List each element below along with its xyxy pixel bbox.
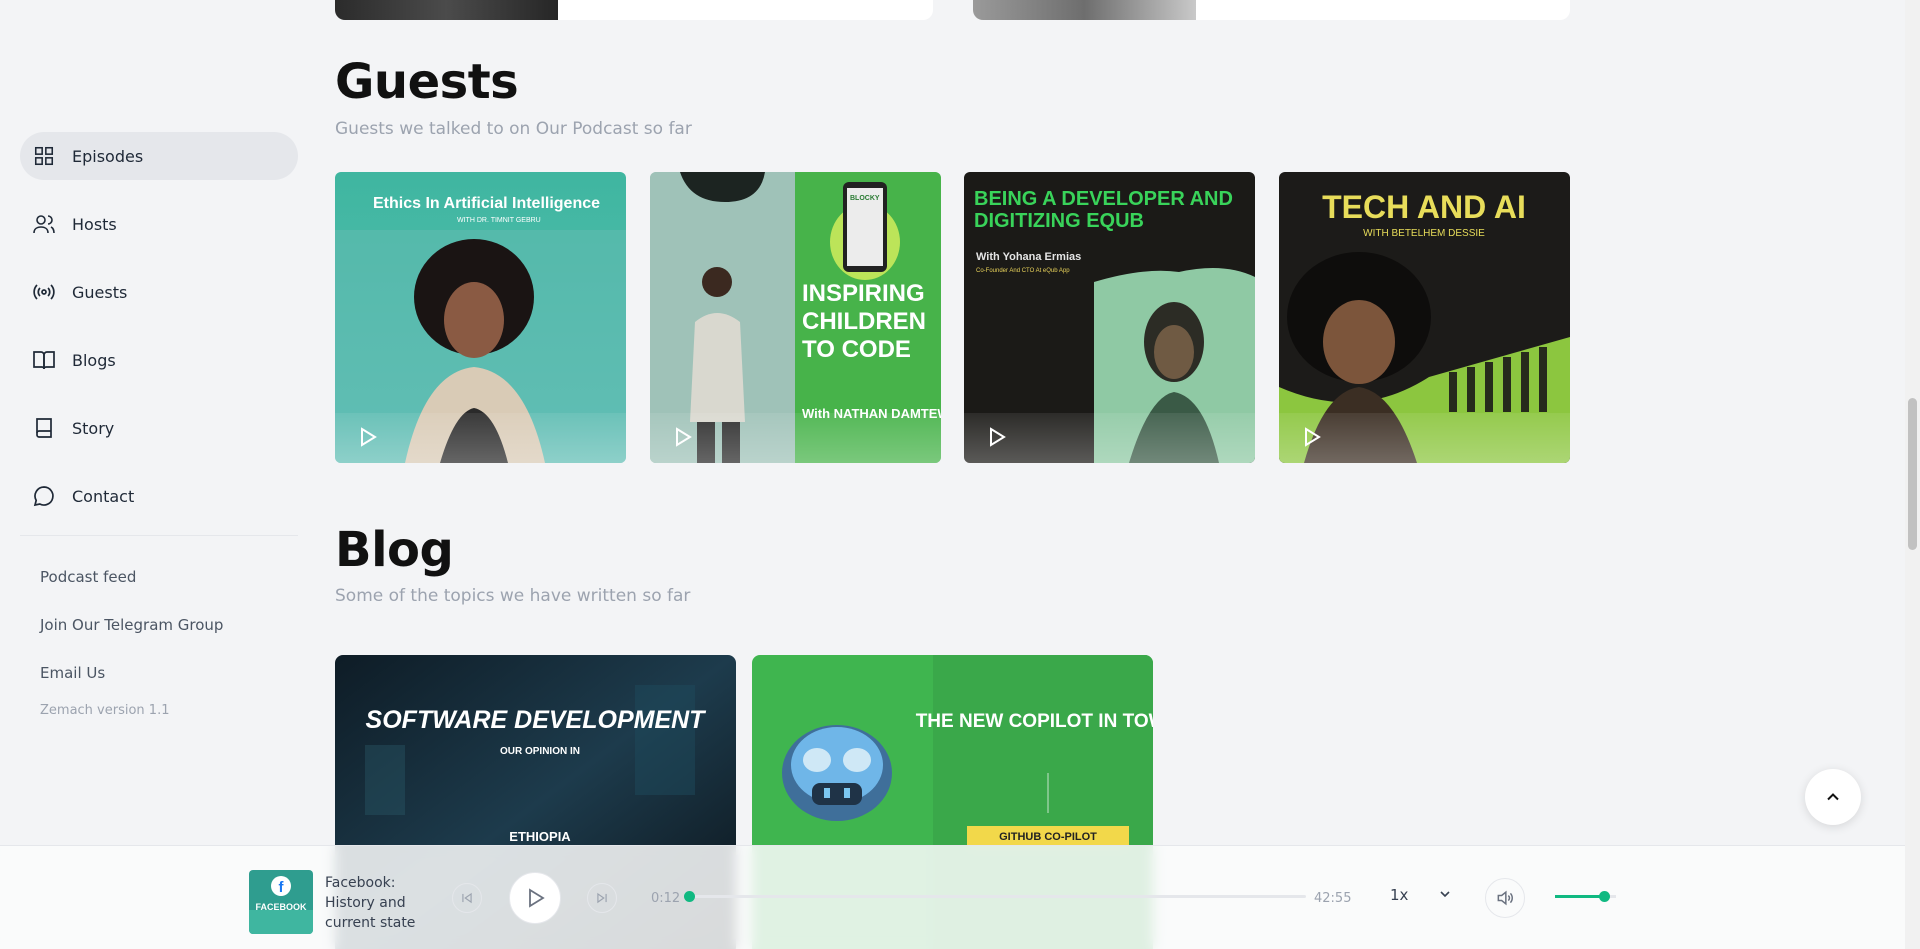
volume-handle[interactable] bbox=[1598, 891, 1610, 902]
nav-label: Hosts bbox=[72, 214, 117, 234]
blog-cover-title: SOFTWARE DEVELOPMENT bbox=[366, 706, 708, 734]
guest-card[interactable]: BLOCKY INSPIRING CHILDREN TO CODE With N… bbox=[650, 172, 941, 463]
guest-cover-subtitle: With Yohana Ermias bbox=[976, 251, 1081, 263]
nav-label: Story bbox=[72, 418, 115, 438]
progress-handle[interactable] bbox=[684, 891, 696, 902]
blog-cover-caption: ETHIOPIA bbox=[509, 829, 571, 844]
playback-rate-select[interactable]: 1x bbox=[1390, 886, 1408, 904]
nav-label: Episodes bbox=[72, 146, 144, 166]
host-image bbox=[335, 0, 558, 20]
guest-cover-subtitle: WITH BETELHEM DESSIE bbox=[1363, 228, 1485, 239]
app-badge: BLOCKY bbox=[850, 195, 880, 202]
nav-item-story[interactable]: Story bbox=[20, 404, 298, 452]
nav-item-contact[interactable]: Contact bbox=[20, 472, 298, 520]
guest-cover-title: INSPIRING CHILDREN TO CODE bbox=[802, 280, 926, 363]
guest-cover-title: Ethics In Artificial Intelligence bbox=[373, 195, 600, 212]
guest-cover-title: BEING A DEVELOPER AND DIGITIZING EQUB bbox=[974, 188, 1233, 232]
podcast-feed-link[interactable]: Podcast feed bbox=[40, 553, 290, 601]
nav-label: Guests bbox=[72, 282, 128, 302]
mute-button[interactable] bbox=[1485, 878, 1525, 918]
play-icon[interactable] bbox=[984, 425, 1008, 449]
next-button[interactable] bbox=[587, 883, 617, 913]
now-playing-title: Facebook: History and current state bbox=[325, 875, 416, 931]
thumbnail-label: FACEBOOK bbox=[255, 902, 307, 912]
email-us-link[interactable]: Email Us bbox=[40, 649, 290, 697]
blog-cover-title: THE NEW COPILOT IN TOWN bbox=[916, 711, 1153, 732]
chevron-up-icon bbox=[1827, 793, 1839, 801]
episode-cover-image: f FACEBOOK bbox=[249, 870, 313, 934]
scrollbar-thumb[interactable] bbox=[1908, 398, 1917, 550]
blog-cover-tag: GITHUB CO-PILOT bbox=[999, 831, 1097, 843]
total-duration: 42:55 bbox=[1314, 891, 1352, 906]
skip-back-icon bbox=[462, 892, 472, 904]
telegram-group-link[interactable]: Join Our Telegram Group bbox=[40, 601, 290, 649]
nav-label: Blogs bbox=[72, 350, 116, 370]
guest-card[interactable]: TECH AND AI WITH BETELHEM DESSIE bbox=[1279, 172, 1570, 463]
nav-item-guests[interactable]: Guests bbox=[20, 268, 298, 316]
volume-icon bbox=[1497, 890, 1513, 906]
users-icon bbox=[32, 212, 56, 236]
audio-player: f FACEBOOK Facebook: History and current… bbox=[0, 845, 1905, 949]
guest-card[interactable]: Ethics In Artificial Intelligence WITH D… bbox=[335, 172, 626, 463]
volume-fill bbox=[1555, 895, 1604, 898]
chat-bubble-icon bbox=[32, 484, 56, 508]
blog-cover-subtitle: OUR OPINION IN bbox=[500, 746, 580, 757]
play-icon[interactable] bbox=[1299, 425, 1323, 449]
book-icon bbox=[32, 416, 56, 440]
guest-card[interactable]: BEING A DEVELOPER AND DIGITIZING EQUB Wi… bbox=[964, 172, 1255, 463]
guest-cover-subtitle: WITH DR. TIMNIT GEBRU bbox=[457, 217, 541, 224]
page-scrollbar[interactable] bbox=[1905, 0, 1920, 949]
play-button[interactable] bbox=[509, 872, 561, 924]
sidebar-divider bbox=[20, 535, 298, 536]
blog-subtitle: Some of the topics we have written so fa… bbox=[335, 586, 691, 606]
guest-cover-title: TECH AND AI bbox=[1322, 189, 1526, 225]
skip-forward-icon bbox=[597, 892, 607, 904]
secondary-links: Podcast feed Join Our Telegram Group Ema… bbox=[40, 553, 290, 718]
guests-heading: Guests bbox=[335, 54, 519, 110]
nav-label: Contact bbox=[72, 486, 135, 506]
progress-slider[interactable] bbox=[684, 891, 1306, 902]
broadcast-icon bbox=[32, 280, 56, 304]
sidebar-nav: Episodes Hosts Guests Blogs Story Contac… bbox=[20, 132, 298, 540]
now-playing-thumbnail[interactable]: f FACEBOOK bbox=[249, 870, 313, 934]
scroll-to-top-button[interactable] bbox=[1805, 769, 1861, 825]
host-image bbox=[973, 0, 1196, 20]
play-icon[interactable] bbox=[355, 425, 379, 449]
nav-item-episodes[interactable]: Episodes bbox=[20, 132, 298, 180]
open-book-icon bbox=[32, 348, 56, 372]
host-card[interactable] bbox=[335, 0, 933, 20]
nav-item-hosts[interactable]: Hosts bbox=[20, 200, 298, 248]
app-version: Zemach version 1.1 bbox=[40, 703, 170, 718]
host-card[interactable] bbox=[973, 0, 1570, 20]
previous-button[interactable] bbox=[452, 883, 482, 913]
main-content: Guests Guests we talked to on Our Podcas… bbox=[335, 0, 1570, 949]
play-icon[interactable] bbox=[670, 425, 694, 449]
guest-cover-caption: Co-Founder And CTO At eQub App bbox=[976, 268, 1070, 274]
elapsed-time: 0:12 bbox=[651, 891, 681, 906]
volume-slider[interactable] bbox=[1555, 891, 1616, 902]
chevron-down-icon[interactable] bbox=[1437, 886, 1453, 902]
guests-subtitle: Guests we talked to on Our Podcast so fa… bbox=[335, 119, 692, 139]
blog-heading: Blog bbox=[335, 522, 454, 578]
sidebar: Episodes Hosts Guests Blogs Story Contac… bbox=[20, 0, 298, 949]
grid-icon bbox=[32, 144, 56, 168]
nav-item-blogs[interactable]: Blogs bbox=[20, 336, 298, 384]
play-icon bbox=[529, 888, 545, 908]
